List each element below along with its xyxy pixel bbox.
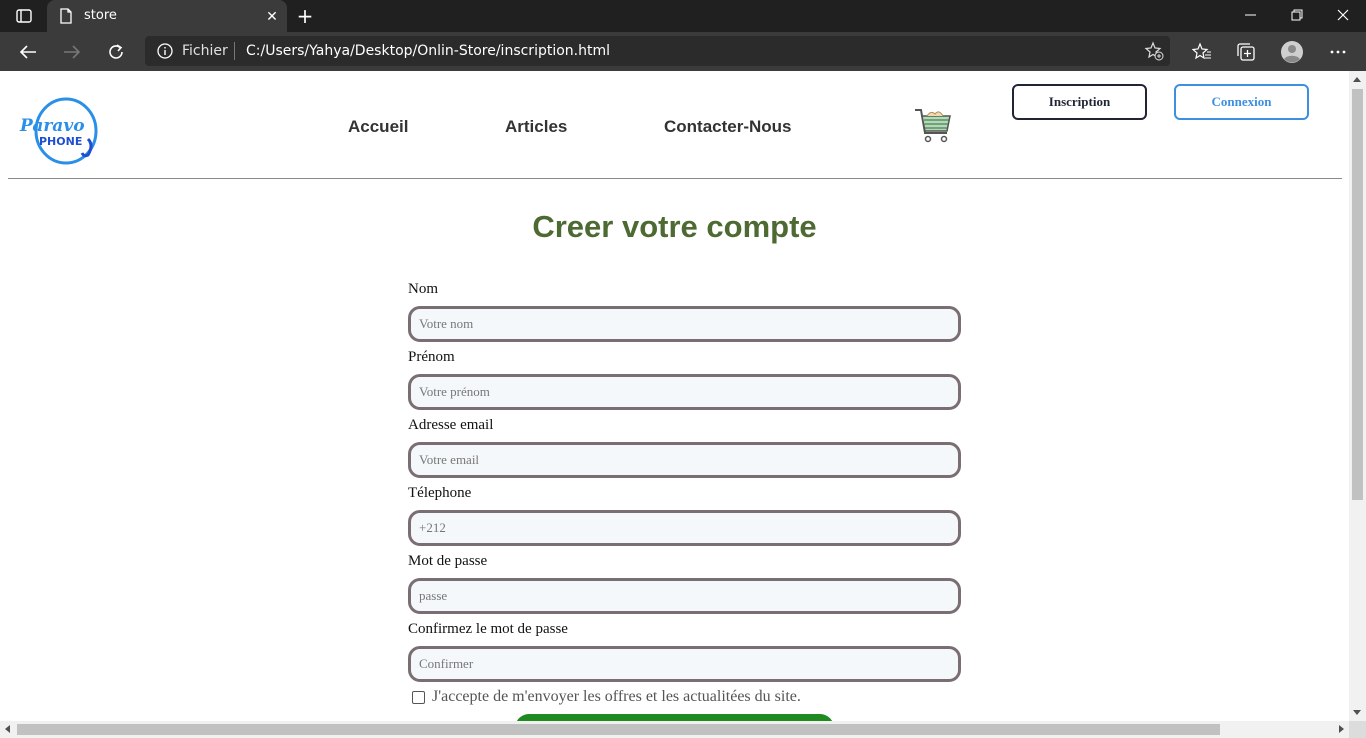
minimize-icon[interactable] (1228, 0, 1274, 30)
nom-label: Nom (408, 281, 438, 297)
add-favorite-icon[interactable] (1144, 41, 1164, 61)
info-icon[interactable] (157, 43, 173, 59)
address-separator (234, 42, 235, 60)
tab-actions-button[interactable] (10, 6, 38, 26)
telephone-label: Télephone (408, 485, 472, 501)
page-icon (60, 8, 72, 24)
scroll-up-icon[interactable] (1353, 77, 1361, 82)
browser-tab-bar: store ✕ + (0, 0, 1366, 32)
newsletter-row: J'accepte de m'envoyer les offres et les… (412, 688, 801, 706)
confirm-password-label: Confirmez le mot de passe (408, 621, 568, 637)
favorites-icon[interactable] (1190, 40, 1214, 64)
page-title: Creer votre compte (532, 209, 817, 244)
shopping-cart-icon[interactable] (913, 105, 953, 150)
refresh-icon[interactable] (102, 38, 130, 66)
scrollbar-corner (1349, 721, 1366, 738)
tab-actions-icon (16, 9, 32, 23)
newsletter-checkbox[interactable] (412, 690, 425, 704)
logo-subtext: PHONE (39, 135, 82, 148)
connexion-button[interactable]: Connexion (1174, 84, 1309, 120)
browser-toolbar: Fichier C:/Users/Yahya/Desktop/Onlin-Sto… (0, 32, 1366, 71)
page-viewport: Paravo PHONE Accueil Articles Contacter-… (0, 71, 1349, 721)
vertical-scroll-thumb[interactable] (1352, 89, 1363, 500)
address-url[interactable]: C:/Users/Yahya/Desktop/Onlin-Store/inscr… (246, 43, 610, 59)
email-input[interactable]: Votre email (408, 442, 961, 478)
site-logo[interactable]: Paravo PHONE (18, 93, 100, 165)
address-bar[interactable]: Fichier C:/Users/Yahya/Desktop/Onlin-Sto… (145, 36, 1170, 66)
tab-title: store (84, 8, 117, 23)
new-tab-icon[interactable]: + (294, 4, 316, 28)
address-scheme: Fichier (182, 43, 228, 59)
tab-close-icon[interactable]: ✕ (263, 7, 281, 25)
nom-input[interactable]: Votre nom (408, 306, 961, 342)
nav-articles[interactable]: Articles (505, 117, 567, 137)
header-divider (8, 178, 1342, 179)
email-label: Adresse email (408, 417, 494, 433)
inscription-button[interactable]: Inscription (1012, 84, 1147, 120)
password-label: Mot de passe (408, 553, 488, 569)
browser-tab[interactable]: store ✕ (47, 0, 287, 32)
logo-text: Paravo (19, 116, 85, 136)
nav-contacter-nous[interactable]: Contacter-Nous (664, 117, 792, 137)
password-input[interactable]: passe (408, 578, 961, 614)
horizontal-scrollbar[interactable] (0, 721, 1349, 738)
back-icon[interactable] (14, 38, 42, 66)
nav-accueil[interactable]: Accueil (348, 117, 408, 137)
profile-avatar-icon[interactable] (1280, 40, 1304, 64)
vertical-scrollbar[interactable] (1349, 71, 1366, 721)
forward-icon[interactable] (58, 38, 86, 66)
horizontal-scroll-thumb[interactable] (17, 724, 1220, 735)
newsletter-label[interactable]: J'accepte de m'envoyer les offres et les… (432, 688, 801, 706)
more-menu-icon[interactable] (1326, 40, 1350, 64)
scroll-down-icon[interactable] (1353, 710, 1361, 715)
collections-icon[interactable] (1234, 40, 1258, 64)
confirm-password-input[interactable]: Confirmer (408, 646, 961, 682)
close-window-icon[interactable] (1320, 0, 1366, 30)
scroll-left-icon[interactable] (5, 725, 10, 733)
telephone-input[interactable]: +212 (408, 510, 961, 546)
prenom-label: Prénom (408, 349, 455, 365)
submit-button[interactable] (515, 714, 834, 721)
prenom-input[interactable]: Votre prénom (408, 374, 961, 410)
restore-icon[interactable] (1274, 0, 1320, 30)
scroll-right-icon[interactable] (1339, 725, 1344, 733)
